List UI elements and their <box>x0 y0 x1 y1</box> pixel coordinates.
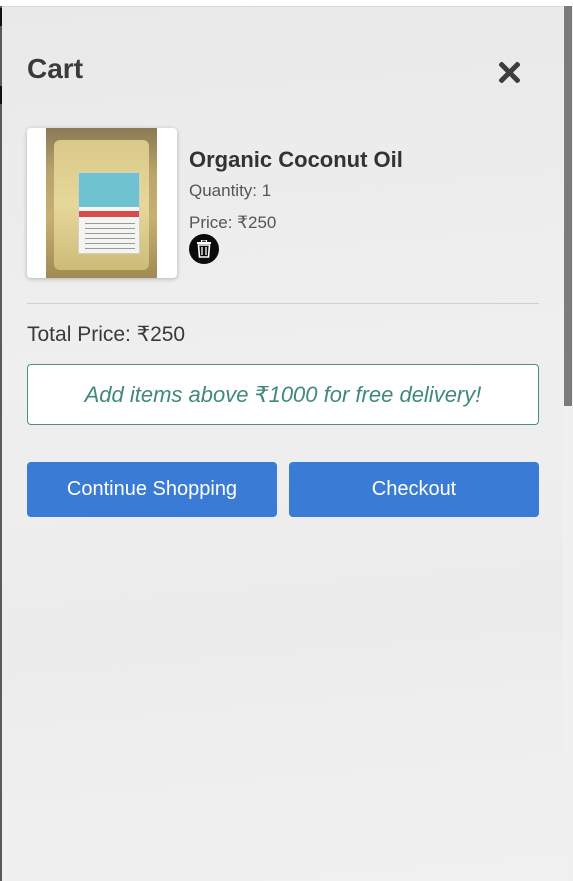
trash-icon <box>197 240 211 258</box>
product-price: Price: ₹250 <box>189 213 277 232</box>
scrollbar[interactable] <box>563 6 573 881</box>
product-image <box>27 128 177 278</box>
product-quantity: Quantity: 1 <box>189 181 272 200</box>
remove-item-button[interactable] <box>189 234 219 264</box>
total-price: Total Price: ₹250 <box>27 323 186 346</box>
checkout-button[interactable]: Checkout <box>289 462 539 517</box>
scrollbar-thumb[interactable] <box>564 6 572 406</box>
close-icon[interactable] <box>496 59 522 85</box>
cart-drawer: Cart Organic Coconut Oil Quantity: 1 Pri… <box>2 6 563 881</box>
free-delivery-note: Add items above ₹1000 for free delivery! <box>27 364 539 425</box>
coconut-oil-pack-photo <box>46 128 157 278</box>
continue-shopping-button[interactable]: Continue Shopping <box>27 462 277 517</box>
product-name: Organic Coconut Oil <box>189 147 403 172</box>
divider <box>27 303 539 304</box>
cart-title: Cart <box>27 53 84 84</box>
